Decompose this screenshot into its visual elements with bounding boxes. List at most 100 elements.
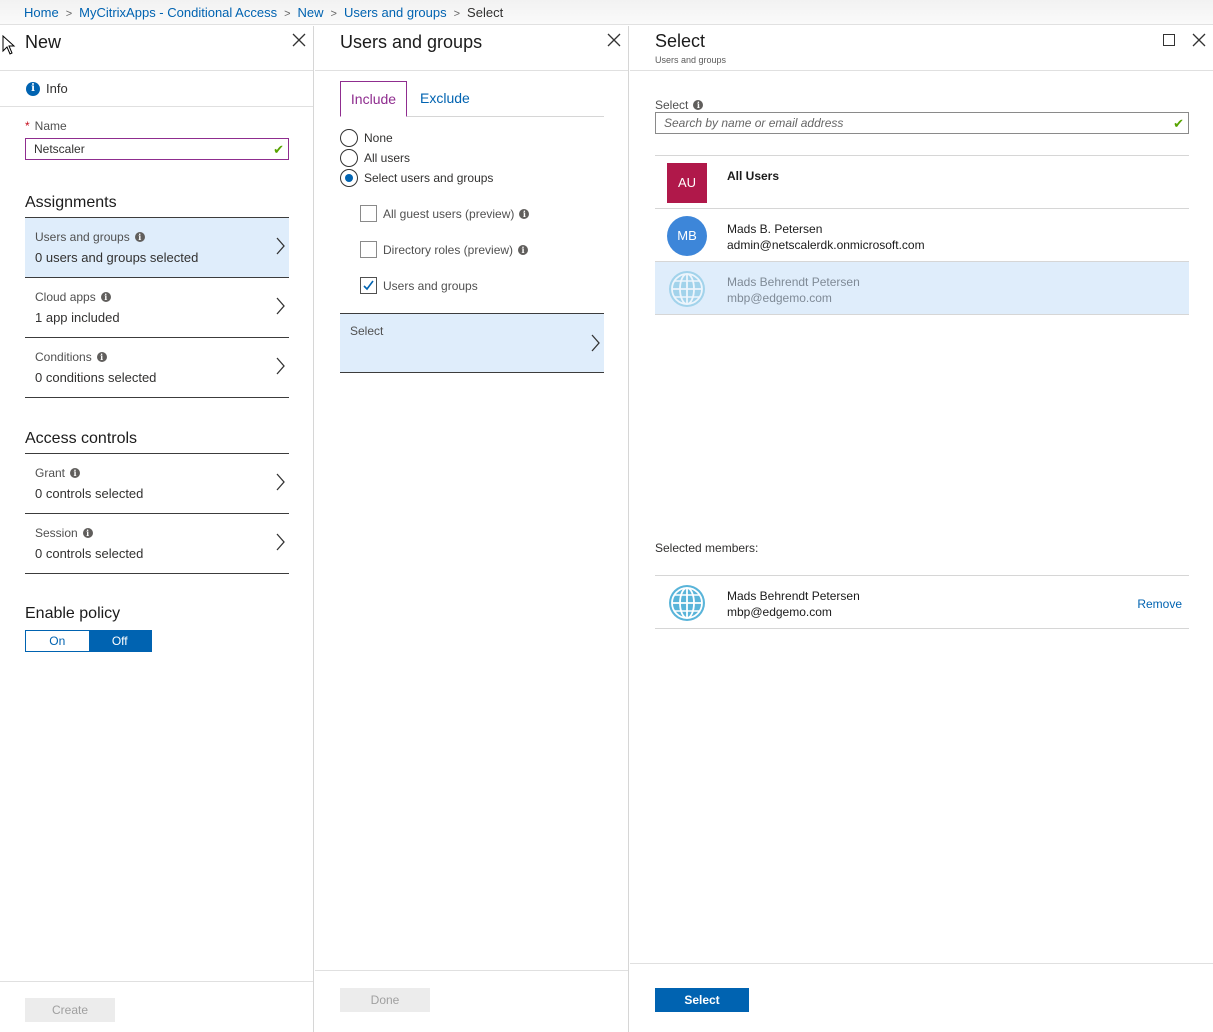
chevron-right-icon <box>276 533 285 551</box>
close-icon[interactable] <box>291 32 307 48</box>
divider <box>0 70 313 71</box>
checkbox-label: Users and groups <box>383 278 478 293</box>
user-name: Mads B. Petersen <box>727 222 823 236</box>
blade-title: New <box>25 32 62 52</box>
toggle-off-option[interactable]: Off <box>88 631 151 651</box>
user-name: Mads Behrendt Petersen <box>727 589 860 603</box>
selected-member-row: Mads Behrendt Petersen mbp@edgemo.com Re… <box>655 576 1189 629</box>
checkbox[interactable] <box>360 277 377 294</box>
breadcrumb-conditional-access[interactable]: MyCitrixApps - Conditional Access <box>79 5 277 20</box>
checkbox[interactable] <box>360 205 377 222</box>
user-results-list: AU All Users MB Mads B. Petersen admin@n… <box>655 155 1189 315</box>
info-icon: i <box>518 244 529 255</box>
blade-title: Select <box>655 31 706 51</box>
selected-members-list: Mads Behrendt Petersen mbp@edgemo.com Re… <box>655 575 1189 629</box>
radio-button[interactable] <box>340 129 358 147</box>
nav-item-value: 0 controls selected <box>35 486 144 501</box>
name-label: * Name <box>25 119 67 133</box>
radio-label: Select users and groups <box>364 171 494 185</box>
list-item-user-selected[interactable]: Mads Behrendt Petersen mbp@edgemo.com <box>655 262 1189 315</box>
enable-policy-toggle[interactable]: On Off <box>25 630 152 652</box>
blade-subtitle: Users and groups <box>655 55 727 65</box>
user-email: mbp@edgemo.com <box>727 605 832 619</box>
chevron-right-icon <box>276 237 285 255</box>
user-name: All Users <box>727 169 780 183</box>
checkmark-icon: ✔ <box>273 142 284 157</box>
avatar: AU <box>667 163 707 203</box>
checkbox[interactable] <box>360 241 377 258</box>
done-button[interactable]: Done <box>340 988 430 1012</box>
required-asterisk: * <box>25 119 30 133</box>
nav-item-title: Grant <box>35 466 66 480</box>
chevron-right-icon: > <box>284 8 291 20</box>
breadcrumb-new[interactable]: New <box>298 5 324 20</box>
nav-users-and-groups[interactable]: Users and groups i 0 users and groups sel… <box>25 218 289 278</box>
checkbox-label: All guest users (preview) <box>383 206 515 221</box>
nav-item-title: Session <box>35 526 78 540</box>
nav-cloud-apps[interactable]: Cloud apps i 1 app included <box>25 278 289 338</box>
breadcrumb-home[interactable]: Home <box>24 5 59 20</box>
nav-conditions[interactable]: Conditions i 0 conditions selected <box>25 338 289 398</box>
checkmark-icon: ✔ <box>1173 116 1184 131</box>
access-controls-heading: Access controls <box>25 430 138 447</box>
nav-select[interactable]: Select <box>340 313 604 373</box>
info-icon: i <box>693 100 704 110</box>
radio-label: All users <box>364 151 411 165</box>
radio-button[interactable] <box>340 169 358 187</box>
nav-item-title: Select <box>350 324 384 338</box>
radio-all-users[interactable]: All users <box>340 149 410 167</box>
close-icon[interactable] <box>1191 32 1207 48</box>
nav-session[interactable]: Session i 0 controls selected <box>25 514 289 574</box>
divider <box>630 963 1213 964</box>
list-item-all-users[interactable]: AU All Users <box>655 156 1189 209</box>
close-icon[interactable] <box>606 32 622 48</box>
assignments-list: Users and groups i 0 users and groups sel… <box>25 217 289 398</box>
divider <box>630 70 1213 71</box>
enable-policy-heading: Enable policy <box>25 605 121 622</box>
user-email: mbp@edgemo.com <box>727 291 832 305</box>
nav-item-value: 1 app included <box>35 310 120 325</box>
checkbox-label: Directory roles (preview) <box>383 242 514 257</box>
tab-include[interactable]: Include <box>340 81 407 117</box>
info-icon: i <box>134 232 145 242</box>
divider <box>0 106 313 107</box>
radio-button[interactable] <box>340 149 358 167</box>
list-item-user[interactable]: MB Mads B. Petersen admin@netscalerdk.on… <box>655 209 1189 262</box>
access-controls-list: Grant i 0 controls selected Session i 0 co… <box>25 453 289 574</box>
info-label: Info <box>46 81 68 96</box>
breadcrumb: Home > MyCitrixApps - Conditional Access > N… <box>0 0 1213 25</box>
assignments-heading: Assignments <box>25 194 117 211</box>
maximize-icon[interactable] <box>1163 34 1175 46</box>
chevron-right-icon <box>276 357 285 375</box>
checkbox-directory-roles[interactable]: Directory roles (preview) i <box>360 241 529 258</box>
avatar: MB <box>667 216 707 256</box>
breadcrumb-users-and-groups[interactable]: Users and groups <box>344 5 447 20</box>
info-icon: i <box>96 352 107 362</box>
nav-grant[interactable]: Grant i 0 controls selected <box>25 454 289 514</box>
search-field[interactable]: ✔ <box>655 112 1189 134</box>
info-icon: i <box>82 528 93 538</box>
tab-exclude[interactable]: Exclude <box>420 81 470 117</box>
search-input[interactable] <box>656 113 1188 133</box>
blade-title: Users and groups <box>340 32 483 52</box>
divider <box>315 970 628 971</box>
select-button[interactable]: Select <box>655 988 749 1012</box>
checkbox-all-guest-users[interactable]: All guest users (preview) i <box>360 205 530 222</box>
chevron-right-icon: > <box>330 8 337 20</box>
remove-link[interactable]: Remove <box>1137 597 1182 611</box>
checkbox-users-and-groups[interactable]: Users and groups <box>360 277 478 294</box>
radio-select-users-and-groups[interactable]: Select users and groups <box>340 169 493 187</box>
chevron-right-icon <box>591 334 600 352</box>
select-blade: Select Users and groups Select i ✔ AU All… <box>630 26 1213 1032</box>
name-field-value: Netscaler <box>34 142 85 156</box>
users-and-groups-blade: Users and groups Include Exclude None Al… <box>315 26 629 1032</box>
radio-none[interactable]: None <box>340 129 393 147</box>
name-field[interactable]: Netscaler ✔ <box>25 138 289 160</box>
divider <box>0 981 313 982</box>
nav-item-title: Cloud apps <box>35 290 96 304</box>
nav-item-title: Users and groups <box>35 230 130 244</box>
create-button[interactable]: Create <box>25 998 115 1022</box>
info-link[interactable]: i Info <box>26 81 68 96</box>
toggle-on-option[interactable]: On <box>26 631 89 651</box>
new-policy-blade: New i Info * Name Netscaler ✔ Assignments… <box>0 26 314 1032</box>
